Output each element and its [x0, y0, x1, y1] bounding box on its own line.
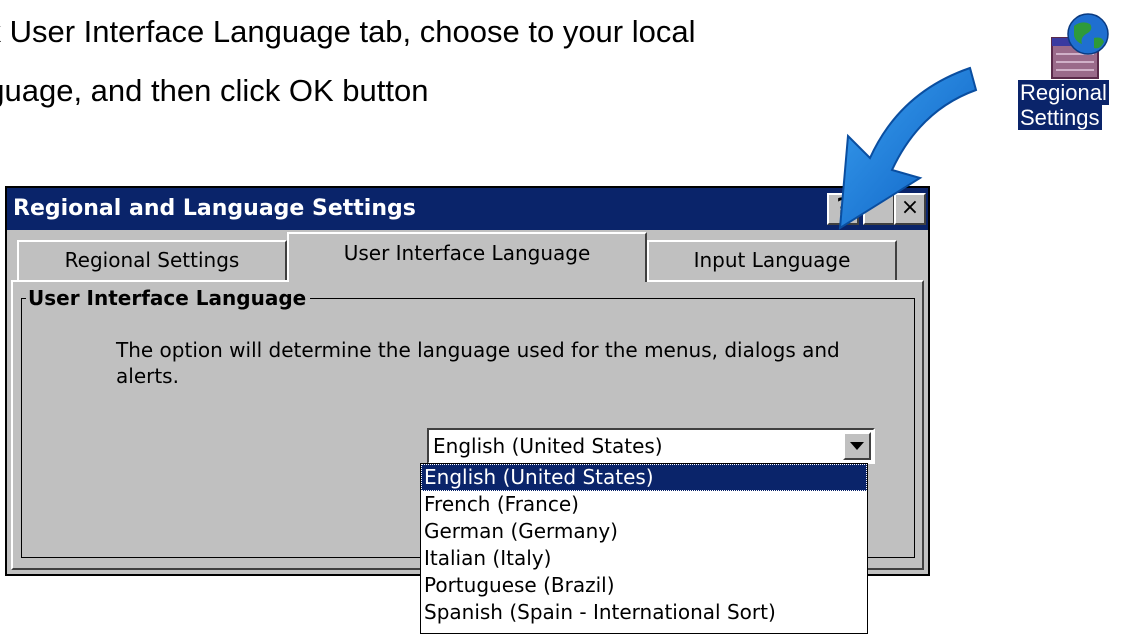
list-item[interactable]: Spanish (Spain - International Sort) — [421, 599, 867, 626]
tab-regional-settings[interactable]: Regional Settings — [17, 240, 287, 280]
language-combo-box[interactable]: English (United States) — [427, 428, 875, 464]
dropdown-arrow-button[interactable] — [843, 432, 871, 460]
instruction-line-1: ck User Interface Language tab, choose t… — [0, 14, 696, 49]
dialog-title: Regional and Language Settings — [13, 196, 416, 221]
desktop-icon-label: Regional Settings — [1018, 80, 1147, 130]
list-item[interactable]: Italian (Italy) — [421, 545, 867, 572]
desktop-icon-label-line-1: Regional — [1018, 80, 1109, 105]
language-dropdown-list: English (United States) French (France) … — [420, 463, 868, 634]
tab-input-language[interactable]: Input Language — [647, 240, 897, 280]
tab-user-interface-language[interactable]: User Interface Language — [287, 232, 647, 282]
curved-arrow-icon — [838, 66, 978, 230]
list-item[interactable]: English (United States) — [421, 464, 867, 491]
desktop-icon-label-line-2: Settings — [1018, 105, 1102, 130]
dialog-titlebar: Regional and Language Settings ? × — [7, 188, 928, 230]
group-title: User Interface Language — [26, 285, 311, 311]
list-item[interactable]: French (France) — [421, 491, 867, 518]
description-text: The option will determine the language u… — [116, 338, 840, 388]
globe-icon — [1051, 13, 1109, 79]
instruction-text: ck User Interface Language tab, choose t… — [0, 2, 696, 120]
list-item[interactable]: Portuguese (Brazil) — [421, 572, 867, 599]
list-item[interactable]: German (Germany) — [421, 518, 867, 545]
instruction-line-2: nguage, and then click OK button — [0, 73, 429, 108]
combo-selected-value: English (United States) — [433, 434, 663, 458]
regional-settings-desktop-icon[interactable]: Regional Settings — [1018, 0, 1147, 150]
